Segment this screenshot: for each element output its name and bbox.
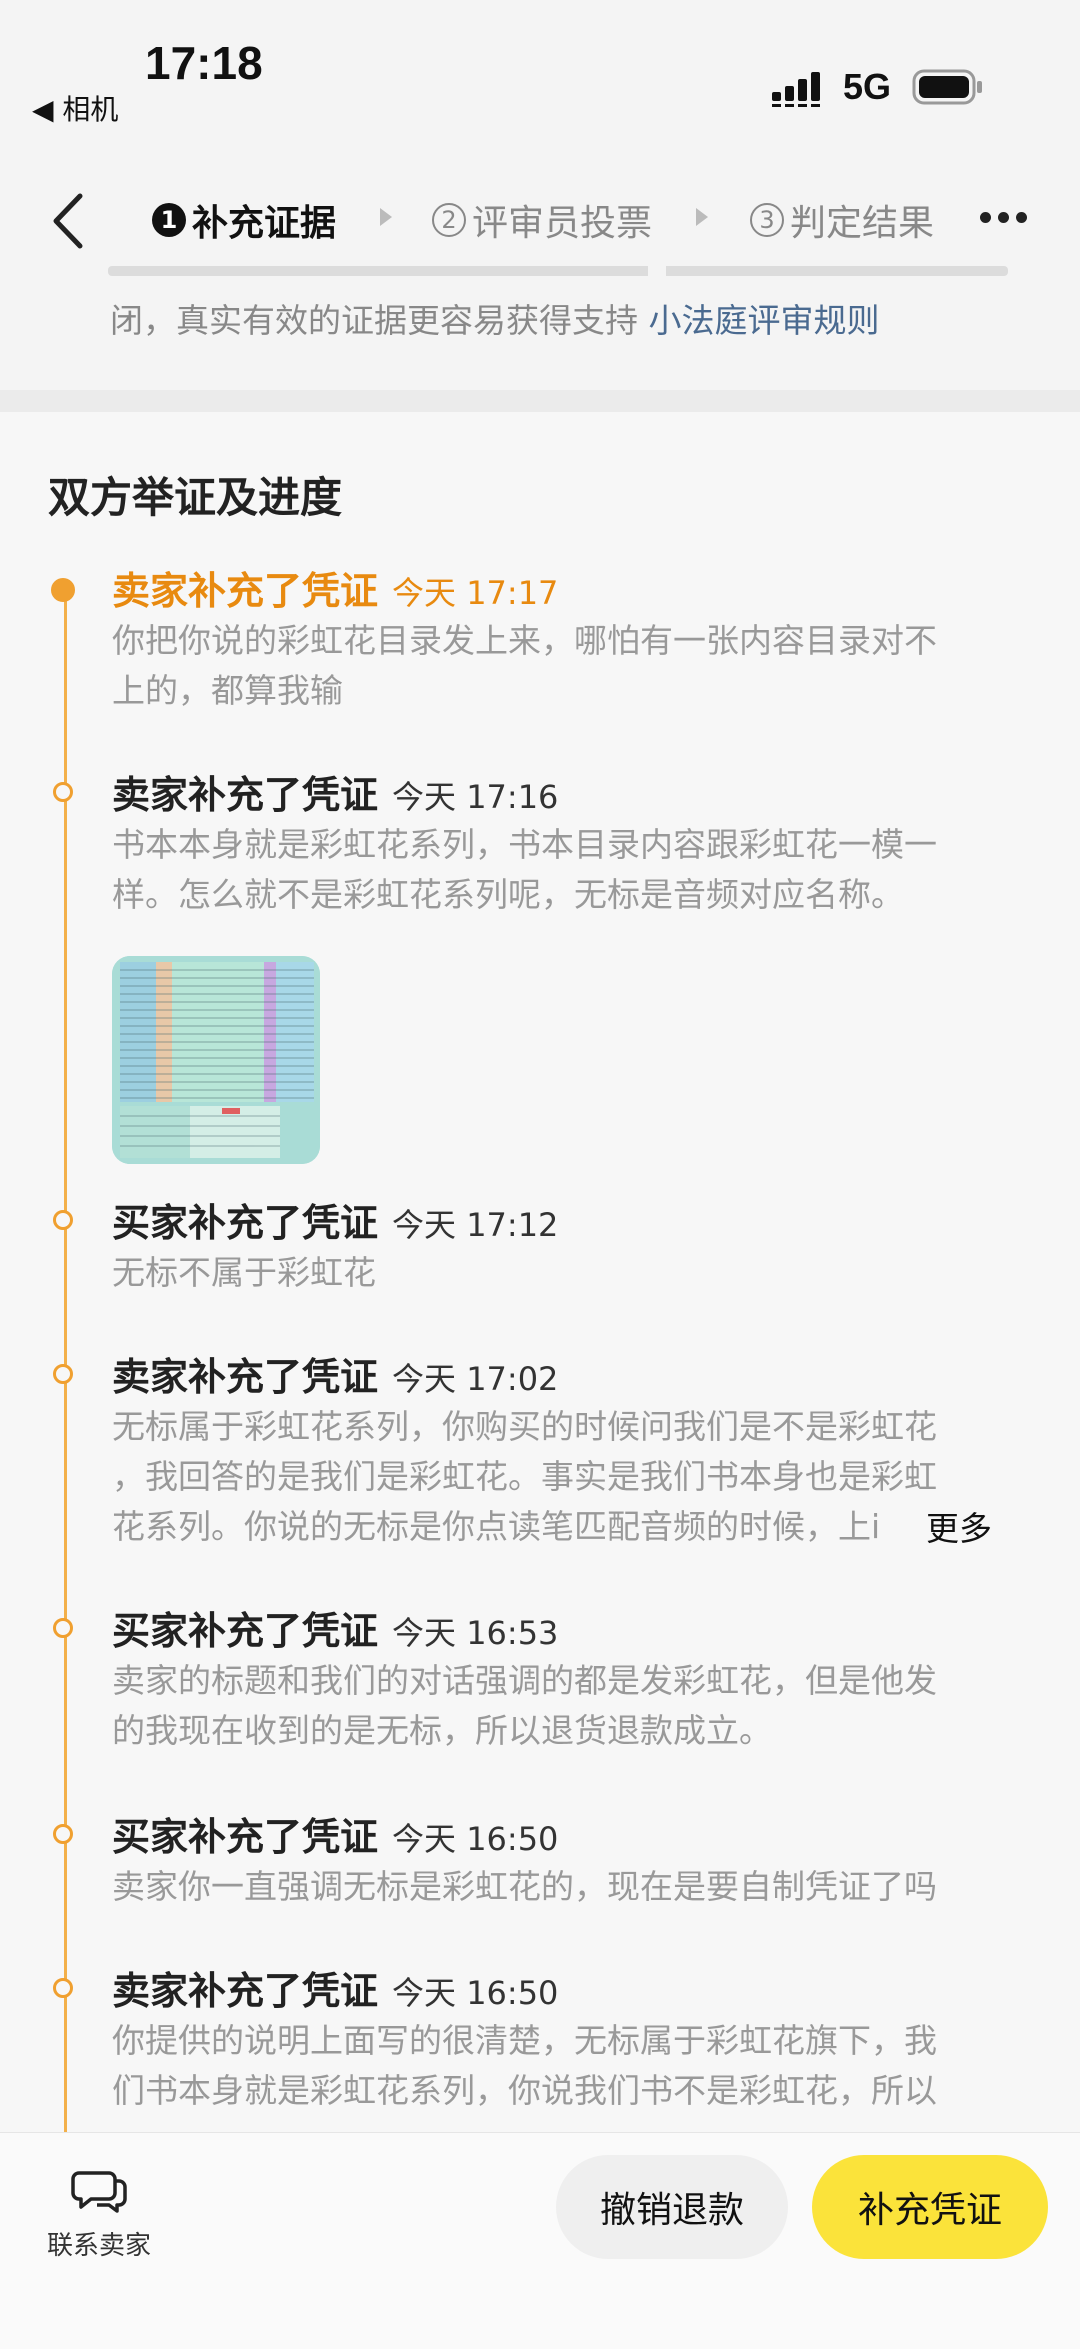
entry-title: 买家补充了凭证: [112, 1815, 379, 1859]
timeline-dot: [53, 1618, 73, 1638]
section-divider: [0, 390, 1080, 412]
entry-title: 卖家补充了凭证: [112, 569, 379, 613]
add-evidence-button[interactable]: 补充凭证: [812, 2155, 1048, 2259]
step-label: 补充证据: [192, 203, 337, 244]
entry-time: 今天 16:50: [392, 1974, 559, 2012]
chat-icon: [71, 2171, 127, 2213]
section-title: 双方举证及进度: [48, 473, 343, 522]
entry-body: 无标属于彩虹花系列，你购买的时候问我们是不是彩虹花 ，我回答的是我们是彩虹花。事…: [112, 1402, 992, 1552]
entry-title: 买家补充了凭证: [112, 1201, 379, 1245]
step-arrow-icon: [380, 208, 392, 226]
entry-line: 你把你说的彩虹花目录发上来，哪怕有一张内容目录对不: [112, 621, 937, 660]
step-number: 3: [750, 203, 784, 237]
entry-time: 今天 16:50: [392, 1820, 559, 1858]
step-label: 评审员投票: [472, 203, 653, 244]
signal-icon: [772, 72, 820, 107]
network-label: 5G: [843, 66, 892, 107]
entry-time: 今天 17:12: [392, 1206, 559, 1244]
step-juror-vote: 2 评审员投票: [432, 194, 652, 246]
expand-more-link[interactable]: 更多: [920, 1502, 992, 1550]
entry-header: 卖家补充了凭证 今天 17:02: [112, 1346, 558, 1401]
back-to-app-link[interactable]: ◀ 相机: [32, 88, 118, 128]
notice-body: 闭，真实有效的证据更容易获得支持: [110, 301, 638, 340]
step-number: 1: [152, 203, 186, 237]
entry-line: 你提供的说明上面写的很清楚，无标属于彩虹花旗下，我: [112, 2021, 937, 2060]
notice-truncated-line: [108, 260, 1008, 282]
entry-line: 们书本身就是彩虹花系列，你说我们书不是彩虹花，所以: [112, 2071, 937, 2110]
timeline-dot: [53, 1978, 73, 1998]
step-arrow-icon: [696, 208, 708, 226]
timeline-dot: [53, 1824, 73, 1844]
entry-line: 卖家你一直强调无标是彩虹花的，现在是要自制凭证了吗: [112, 1867, 937, 1906]
entry-title: 买家补充了凭证: [112, 1609, 379, 1653]
entry-header: 卖家补充了凭证 今天 17:16: [112, 764, 558, 819]
entry-time: 今天 16:53: [392, 1614, 559, 1652]
rules-link[interactable]: 小法庭评审规则: [649, 301, 880, 340]
evidence-progress-section: 双方举证及进度 卖家补充了凭证 今天 17:17 你把你说的彩虹花目录发上来，哪怕…: [0, 412, 1080, 2140]
timeline-dot-active: [51, 578, 75, 602]
entry-title: 卖家补充了凭证: [112, 1969, 379, 2013]
contact-seller-button[interactable]: 联系卖家: [44, 2167, 154, 2262]
evidence-image-thumbnail[interactable]: [112, 956, 320, 1164]
entry-time: 今天 17:02: [392, 1360, 559, 1398]
entry-header: 买家补充了凭证 今天 16:50: [112, 1806, 558, 1861]
entry-line: 无标属于彩虹花系列，你购买的时候问我们是不是彩虹花: [112, 1407, 937, 1446]
entry-title: 卖家补充了凭证: [112, 773, 379, 817]
entry-body: 卖家你一直强调无标是彩虹花的，现在是要自制凭证了吗: [112, 1862, 992, 1912]
entry-body: 卖家的标题和我们的对话强调的都是发彩虹花，但是他发 的我现在收到的是无标，所以退…: [112, 1656, 992, 1756]
timeline-dot: [53, 1210, 73, 1230]
step-supplement-evidence: 1 补充证据: [152, 194, 336, 246]
step-verdict: 3 判定结果: [750, 194, 934, 246]
entry-line: 的我现在收到的是无标，所以退货退款成立。: [112, 1711, 772, 1750]
more-options-icon[interactable]: [980, 208, 1040, 228]
status-time: 17:18: [145, 37, 263, 89]
contact-seller-label: 联系卖家: [46, 2231, 151, 2261]
entry-line: 样。怎么就不是彩虹花系列呢，无标是音频对应名称。: [112, 875, 904, 914]
entry-line: ，我回答的是我们是彩虹花。事实是我们书本身也是彩虹: [112, 1457, 937, 1496]
timeline-dot: [53, 782, 73, 802]
timeline-dot: [53, 1364, 73, 1384]
entry-body: 书本本身就是彩虹花系列，书本目录内容跟彩虹花一模一 样。怎么就不是彩虹花系列呢，…: [112, 820, 992, 920]
bottom-action-bar: 联系卖家 撤销退款 补充凭证: [0, 2132, 1080, 2349]
status-bar: 17:18 ◀ 相机 5G: [0, 0, 1080, 150]
back-arrow-icon[interactable]: [48, 192, 88, 250]
battery-icon: [912, 69, 982, 105]
entry-body: 你把你说的彩虹花目录发上来，哪怕有一张内容目录对不 上的，都算我输: [112, 616, 992, 716]
entry-line: 上的，都算我输: [112, 671, 343, 710]
rules-notice: 闭，真实有效的证据更容易获得支持 小法庭评审规则: [0, 260, 1080, 390]
entry-line: 卖家的标题和我们的对话强调的都是发彩虹花，但是他发: [112, 1661, 937, 1700]
entry-time: 今天 17:16: [392, 778, 559, 816]
entry-time: 今天 17:17: [392, 574, 559, 612]
entry-header: 卖家补充了凭证 今天 17:17: [112, 560, 558, 615]
cancel-refund-button[interactable]: 撤销退款: [556, 2155, 788, 2259]
notice-text: 闭，真实有效的证据更容易获得支持 小法庭评审规则: [110, 294, 880, 342]
entry-header: 卖家补充了凭证 今天 16:50: [112, 1960, 558, 2015]
catalog-table-image: [112, 956, 320, 1164]
entry-line: 无标不属于彩虹花: [112, 1253, 376, 1292]
step-label: 判定结果: [790, 203, 935, 244]
entry-header: 买家补充了凭证 今天 17:12: [112, 1192, 558, 1247]
entry-title: 卖家补充了凭证: [112, 1355, 379, 1399]
entry-header: 买家补充了凭证 今天 16:53: [112, 1600, 558, 1655]
step-number: 2: [432, 203, 466, 237]
entry-line: 书本本身就是彩虹花系列，书本目录内容跟彩虹花一模一: [112, 825, 937, 864]
nav-bar: 1 补充证据 2 评审员投票 3 判定结果: [0, 170, 1080, 270]
entry-body: 你提供的说明上面写的很清楚，无标属于彩虹花旗下，我 们书本身就是彩虹花系列，你说…: [112, 2016, 992, 2126]
timeline-line: [64, 580, 67, 2140]
entry-line: 花系列。你说的无标是你点读笔匹配音频的时候，上i: [112, 1507, 881, 1546]
entry-body: 无标不属于彩虹花: [112, 1248, 992, 1298]
